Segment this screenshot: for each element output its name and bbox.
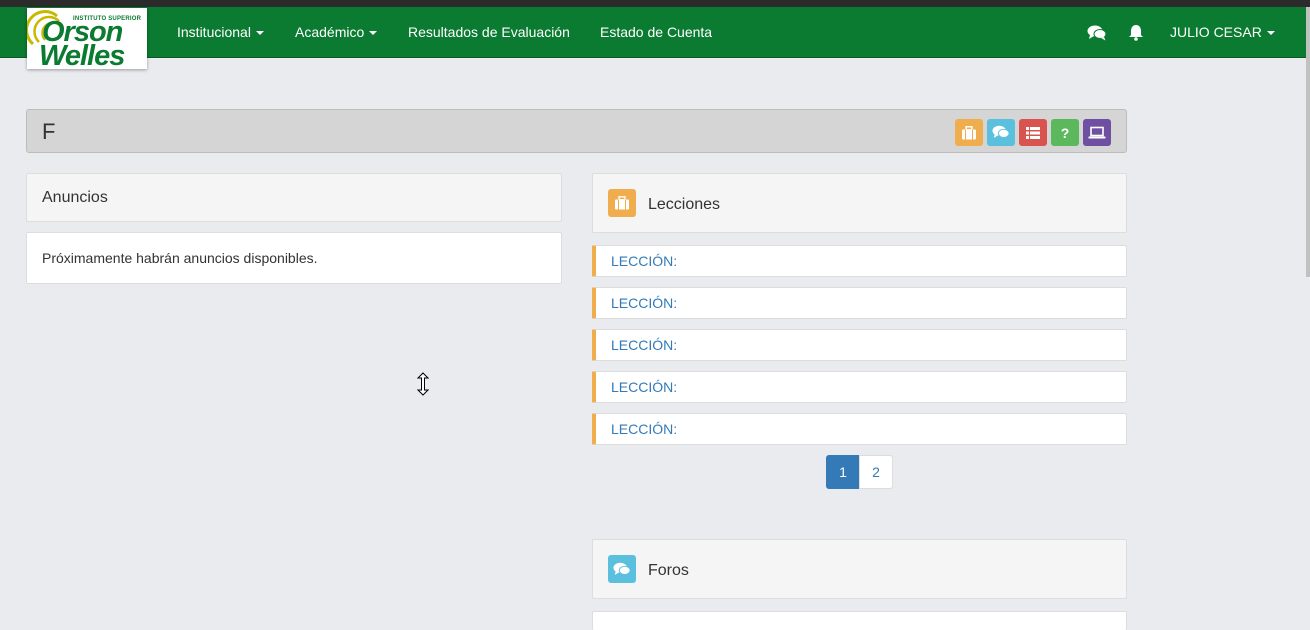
lecciones-title: Lecciones: [648, 196, 721, 213]
bell-icon: [1129, 25, 1143, 41]
foros-shortcut-button[interactable]: [987, 119, 1015, 146]
question-icon: ?: [1060, 124, 1070, 141]
logo-word-2: Welles: [39, 40, 125, 70]
anuncios-empty-text: Próximamente habrán anuncios disponibles…: [42, 250, 318, 266]
anuncios-panel-body: Próximamente habrán anuncios disponibles…: [26, 232, 562, 284]
lesson-item[interactable]: LECCIÓN:: [592, 413, 1127, 445]
list-icon: [1026, 126, 1040, 139]
nav-estado-cuenta[interactable]: Estado de Cuenta: [600, 7, 712, 58]
user-menu[interactable]: JULIO CESAR: [1170, 7, 1275, 58]
virtual-class-shortcut-button[interactable]: [1083, 119, 1111, 146]
briefcase-icon: [615, 196, 629, 210]
nav-academico[interactable]: Académico: [295, 7, 378, 58]
lesson-item[interactable]: LECCIÓN:: [592, 329, 1127, 361]
caret-down-icon: [255, 31, 264, 36]
nav-institucional[interactable]: Institucional: [177, 7, 264, 58]
nav-resultados-label: Resultados de Evaluación: [408, 24, 570, 40]
help-shortcut-button[interactable]: ?: [1051, 119, 1079, 146]
lecciones-badge: [608, 189, 636, 217]
resize-cursor-icon: [417, 372, 429, 396]
list-shortcut-button[interactable]: [1019, 119, 1047, 146]
comments-icon: [613, 562, 631, 575]
foros-title: Foros: [648, 562, 689, 579]
pagination-page-2[interactable]: 2: [859, 455, 893, 489]
foros-badge: [608, 555, 636, 583]
lecciones-shortcut-button[interactable]: [955, 119, 983, 146]
anuncios-title: Anuncios: [42, 189, 108, 206]
lesson-label: LECCIÓN:: [611, 253, 678, 269]
browser-top-strip: [0, 0, 1310, 7]
laptop-icon: [1088, 126, 1106, 138]
orson-welles-logo[interactable]: INSTITUTO SUPERIOR Orson Welles: [27, 8, 147, 69]
course-title: F: [42, 119, 56, 144]
notifications-button[interactable]: [1125, 7, 1147, 58]
user-name-label: JULIO CESAR: [1170, 24, 1262, 40]
lesson-label: LECCIÓN:: [611, 295, 678, 311]
navbar: INSTITUTO SUPERIOR Orson Welles Instituc…: [0, 7, 1306, 69]
nav-estado-cuenta-label: Estado de Cuenta: [600, 24, 713, 40]
nav-institucional-label: Institucional: [177, 24, 251, 40]
lesson-label: LECCIÓN:: [611, 379, 678, 395]
nav-resultados-evaluacion[interactable]: Resultados de Evaluación: [408, 7, 570, 58]
lesson-item[interactable]: LECCIÓN:: [592, 371, 1127, 403]
foros-panel-header: Foros: [592, 539, 1127, 599]
lesson-label: LECCIÓN:: [611, 421, 678, 437]
anuncios-panel-header: Anuncios: [26, 173, 562, 222]
foros-panel-body: [592, 611, 1127, 630]
lesson-label: LECCIÓN:: [611, 337, 678, 353]
comments-icon: [992, 125, 1010, 138]
lesson-item[interactable]: LECCIÓN:: [592, 245, 1127, 277]
pagination-page-1[interactable]: 1: [826, 455, 860, 489]
lesson-item[interactable]: LECCIÓN:: [592, 287, 1127, 319]
nav-academico-label: Académico: [295, 24, 365, 40]
page-scrollbar[interactable]: [1306, 7, 1310, 277]
lecciones-panel-header: Lecciones: [592, 173, 1127, 233]
caret-down-icon: [369, 31, 378, 36]
briefcase-icon: [962, 125, 976, 139]
course-title-bar: F ?: [26, 109, 1127, 153]
caret-down-icon: [1266, 31, 1275, 36]
messages-button[interactable]: [1086, 7, 1108, 58]
comments-icon: [1087, 25, 1107, 40]
